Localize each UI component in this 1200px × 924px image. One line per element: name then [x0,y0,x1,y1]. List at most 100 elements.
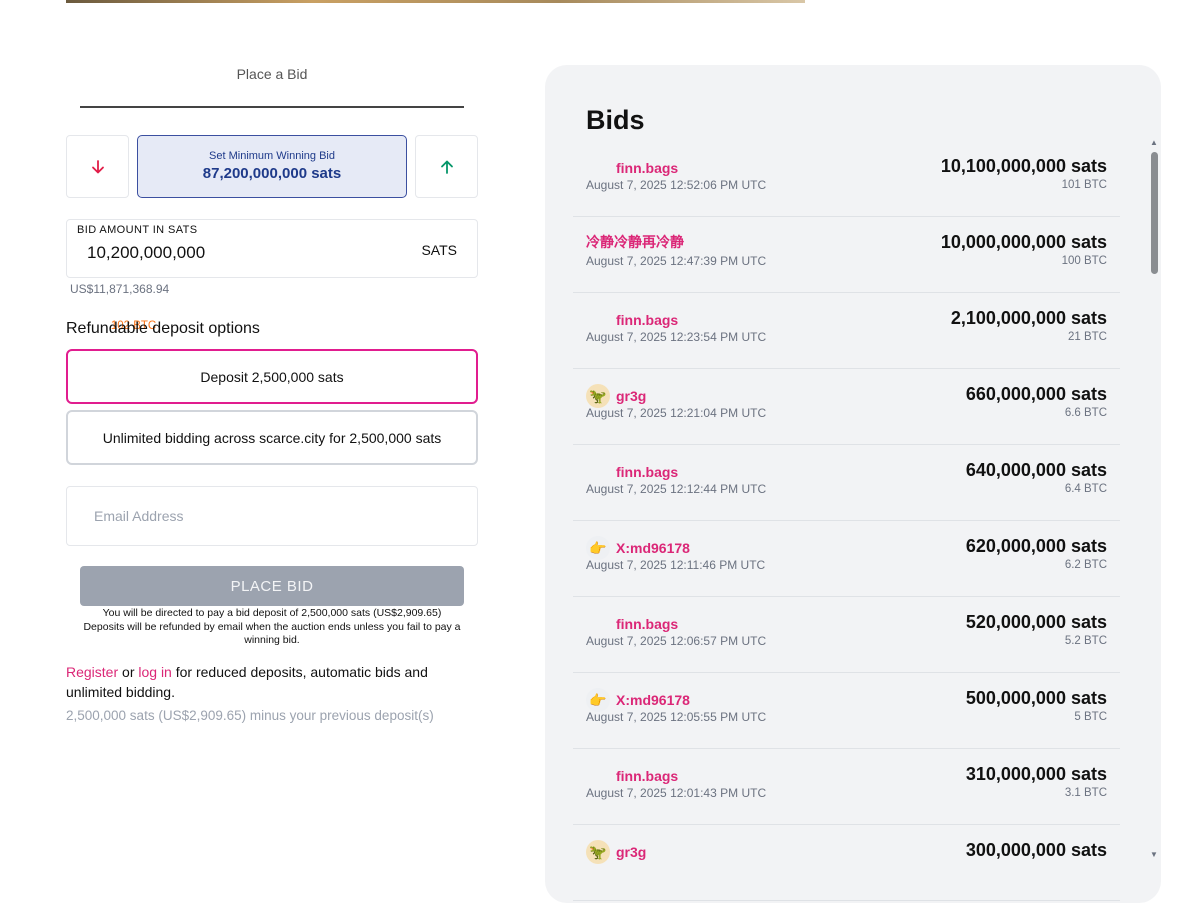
dinosaur-avatar-icon: 🦖 [586,840,610,864]
bid-amount-caption: BID AMOUNT IN SATS [77,224,198,236]
bid-amount: 300,000,000 sats [965,840,1107,860]
bidder-name[interactable]: finn.bags [616,312,678,328]
bid-user: 冷静冷静再冷静 [586,232,684,252]
bid-btc: 100 BTC [1061,255,1107,267]
bidder-name[interactable]: finn.bags [616,160,678,176]
dinosaur-avatar-icon: 🦖 [586,384,610,408]
email-field[interactable] [66,486,478,546]
notice-line: You will be directed to pay a bid deposi… [102,607,442,619]
bid-user: 🦖 gr3g [586,840,646,864]
deposit-options-title: Refundable deposit options [66,320,260,337]
bid-timestamp: August 7, 2025 12:23:54 PM UTC [586,330,767,344]
bids-list: finn.bags August 7, 2025 12:52:06 PM UTC 1… [573,141,1120,901]
set-minimum-winning-bid-button[interactable]: Set Minimum Winning Bid 87,200,000,000 s… [137,135,407,198]
bid-timestamp: August 7, 2025 12:05:55 PM UTC [586,710,767,724]
bid-user: finn.bags [586,156,678,180]
bid-user: 👉 X:md96178 [586,688,690,712]
bid-amount: 10,000,000,000 sats [940,232,1107,252]
register-link[interactable]: Register [66,664,118,680]
bidder-name[interactable]: gr3g [616,388,646,404]
bidder-name[interactable]: 冷静冷静再冷静 [586,232,684,252]
decrease-bid-button[interactable] [66,135,129,198]
min-bid-label: Set Minimum Winning Bid [209,150,335,162]
bid-row: finn.bags August 7, 2025 12:52:06 PM UTC 1… [573,141,1120,217]
increase-bid-button[interactable] [415,135,478,198]
avatar [586,612,610,636]
bid-amount: 10,100,000,000 sats [940,156,1107,176]
bid-timestamp: August 7, 2025 12:06:57 PM UTC [586,634,767,648]
bid-amount-unit: SATS [421,242,457,258]
usd-conversion: US$11,871,368.94 [70,282,170,296]
bid-btc: 21 BTC [1068,331,1107,343]
scroll-down-arrow-icon[interactable]: ▼ [1150,850,1158,859]
pointing-hand-avatar-icon: 👉 [586,688,610,712]
bid-btc: 5.2 BTC [1064,635,1107,647]
or-text: or [118,664,139,680]
bid-row: 冷静冷静再冷静 August 7, 2025 12:47:39 PM UTC 10,… [573,217,1120,293]
bid-row: 👉 X:md96178 August 7, 2025 12:05:55 PM UTC… [573,673,1120,749]
bid-amount-field: BID AMOUNT IN SATS SATS [66,219,478,278]
bidder-name[interactable]: gr3g [616,844,646,860]
deposit-option-single[interactable]: Deposit 2,500,000 sats [66,349,478,404]
bid-timestamp: August 7, 2025 12:21:04 PM UTC [586,406,767,420]
tab-underline [80,106,464,108]
bidder-name[interactable]: X:md96178 [616,540,690,556]
avatar [586,308,610,332]
register-subtext: 2,500,000 sats (US$2,909.65) minus your … [66,708,434,723]
arrow-down-icon [91,159,104,173]
bid-btc: 6.6 BTC [1064,407,1107,419]
bid-user: finn.bags [586,308,678,332]
bidder-name[interactable]: X:md96178 [616,692,690,708]
bidder-name[interactable]: finn.bags [616,616,678,632]
avatar [586,156,610,180]
deposit-option-unlimited[interactable]: Unlimited bidding across scarce.city for… [66,410,478,465]
pointing-hand-avatar-icon: 👉 [586,536,610,560]
bid-conversion: 102 BTC US$11,871,368.94 [66,282,170,332]
bid-timestamp: August 7, 2025 12:47:39 PM UTC [586,254,767,268]
bid-btc: 101 BTC [1061,179,1107,191]
bid-user: 👉 X:md96178 [586,536,690,560]
avatar [586,460,610,484]
bid-row: finn.bags August 7, 2025 12:12:44 PM UTC 6… [573,445,1120,521]
bid-amount: 520,000,000 sats [965,612,1107,632]
notice-line: winning bid. [244,634,300,646]
bid-timestamp: August 7, 2025 12:52:06 PM UTC [586,178,767,192]
bid-row: finn.bags August 7, 2025 12:23:54 PM UTC 2… [573,293,1120,369]
notice-line: Deposits will be refunded by email when … [83,620,461,633]
bid-user: finn.bags [586,612,678,636]
bid-btc: 6.2 BTC [1064,559,1107,571]
bid-amount: 660,000,000 sats [965,384,1107,404]
bid-btc: 5 BTC [1074,711,1107,723]
deposit-notice: You will be directed to pay a bid deposi… [66,607,478,648]
bids-panel: Bids finn.bags August 7, 2025 12:52:06 PM… [545,65,1161,903]
place-bid-button[interactable]: PLACE BID [80,566,464,606]
bid-row: finn.bags August 7, 2025 12:06:57 PM UTC 5… [573,597,1120,673]
bid-amount: 620,000,000 sats [965,536,1107,556]
bidder-name[interactable]: finn.bags [616,768,678,784]
avatar [586,764,610,788]
bid-amount: 2,100,000,000 sats [950,308,1107,328]
bid-user: 🦖 gr3g [586,384,646,408]
bid-btc: 6.4 BTC [1064,483,1107,495]
scroll-up-arrow-icon[interactable]: ▲ [1150,138,1158,147]
bid-row: 👉 X:md96178 August 7, 2025 12:11:46 PM UTC… [573,521,1120,597]
bid-amount-input[interactable] [87,240,387,266]
login-link[interactable]: log in [138,664,171,680]
bid-stepper: Set Minimum Winning Bid 87,200,000,000 s… [66,135,478,199]
scrollbar-thumb[interactable] [1151,152,1158,274]
bid-user: finn.bags [586,460,678,484]
bid-amount: 310,000,000 sats [965,764,1107,784]
bid-row: 🦖 gr3g 300,000,000 sats [573,825,1120,901]
bid-row: 🦖 gr3g August 7, 2025 12:21:04 PM UTC 660,0… [573,369,1120,445]
bid-btc: 3.1 BTC [1064,787,1107,799]
bid-timestamp: August 7, 2025 12:01:43 PM UTC [586,786,767,800]
bidder-name[interactable]: finn.bags [616,464,678,480]
banner-image-edge [66,0,805,3]
bid-timestamp: August 7, 2025 12:11:46 PM UTC [586,558,766,572]
bids-title: Bids [586,105,645,135]
bid-timestamp: August 7, 2025 12:12:44 PM UTC [586,482,767,496]
tab-place-bid[interactable]: Place a Bid [80,66,464,82]
bid-row: finn.bags August 7, 2025 12:01:43 PM UTC 3… [573,749,1120,825]
bid-amount: 640,000,000 sats [965,460,1107,480]
register-prompt: Register or log in for reduced deposits,… [66,662,478,702]
